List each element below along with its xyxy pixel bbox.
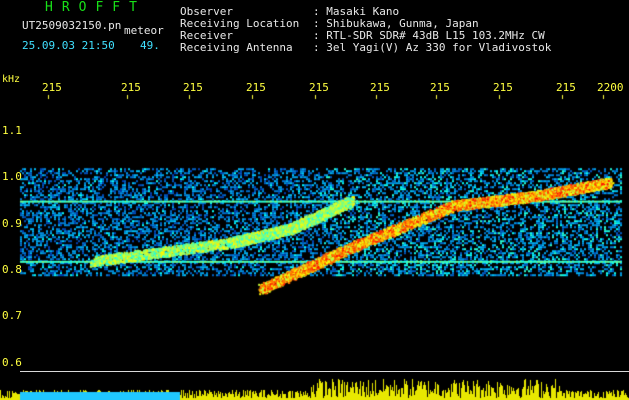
x-tick-label: 215 <box>121 81 141 94</box>
label-antenna: Receiving Antenna <box>180 41 293 54</box>
y-tick-label: 1.1 <box>2 124 22 138</box>
x-tick-label: 215 <box>370 81 390 94</box>
x-tick-label: 215 <box>556 81 576 94</box>
x-tick-label: 215 <box>183 81 203 94</box>
app-logo: HROFFT <box>45 0 146 15</box>
file-type: meteor <box>124 24 164 37</box>
x-tick-label: 215 <box>493 81 513 94</box>
y-tick-label: 0.7 <box>2 309 22 323</box>
baseline-divider <box>20 371 629 372</box>
timestamp: 25.09.03 21:50 <box>22 39 115 52</box>
x-tick-label: 215 <box>42 81 62 94</box>
x-tick-label: 215 <box>309 81 329 94</box>
spectrogram-canvas <box>0 0 629 400</box>
y-tick-label: 1.0 <box>2 170 22 184</box>
file-name: UT2509032150.pn <box>22 19 122 32</box>
x-tick-label: 215 <box>430 81 450 94</box>
value-antenna: : 3el Yagi(V) Az 330 for Vladivostok <box>313 41 552 54</box>
y-tick-label: 0.9 <box>2 216 22 230</box>
x-tick-label: 2200 <box>597 81 624 94</box>
y-tick-label: 0.8 <box>2 263 22 277</box>
meteor-count: 49. <box>140 39 160 52</box>
y-axis-label: kHz <box>2 74 21 85</box>
x-tick-label: 215 <box>246 81 266 94</box>
y-tick-label: 0.6 <box>2 355 22 369</box>
